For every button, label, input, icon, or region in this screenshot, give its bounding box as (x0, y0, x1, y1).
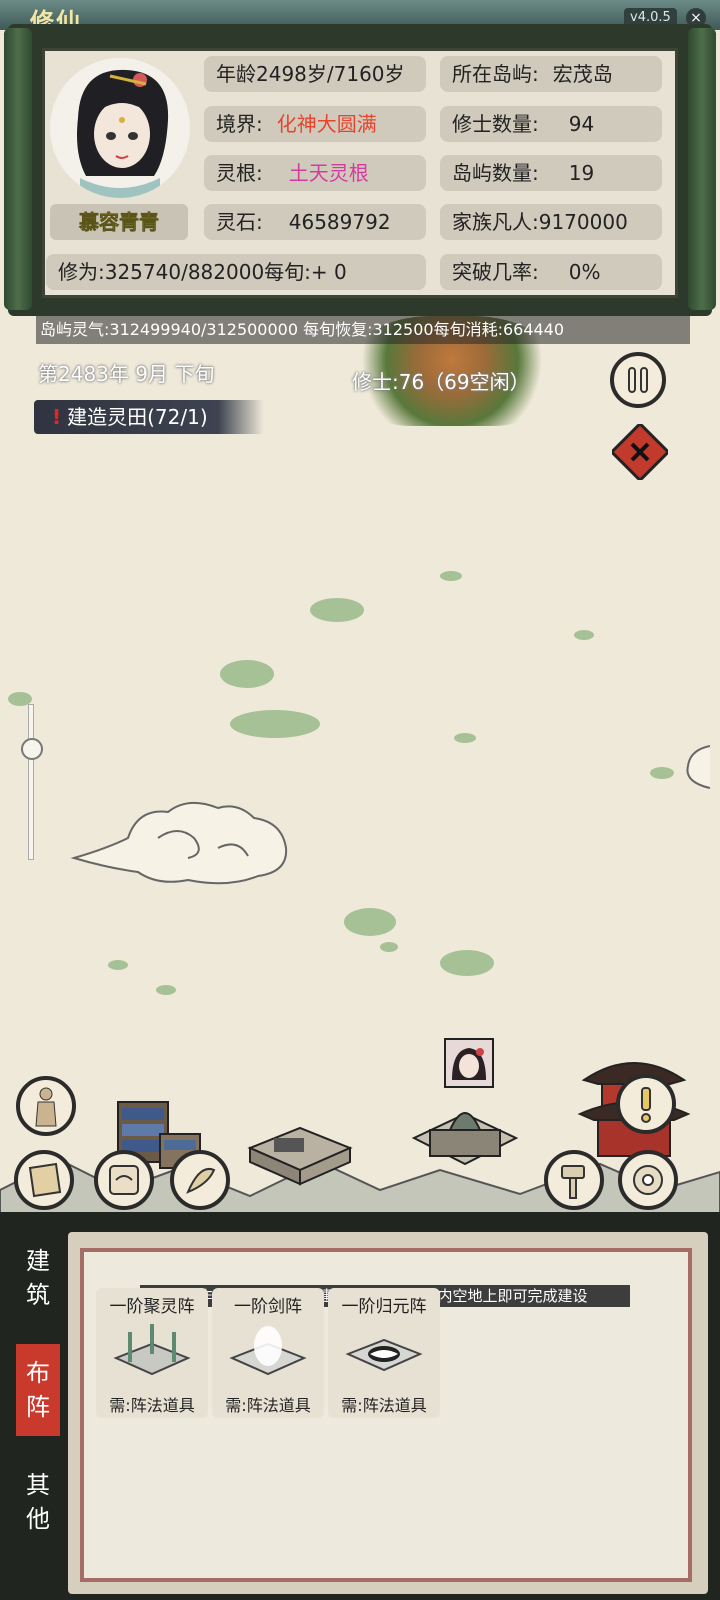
disciples-button[interactable] (16, 1076, 76, 1136)
character-name[interactable]: 慕容青青 (50, 204, 188, 240)
spirit-gathering-formation-icon (113, 1324, 191, 1376)
disciple-icon (35, 1087, 57, 1127)
cultivators-status: 修士:76（69空闲） (352, 370, 530, 394)
grass-patch (310, 598, 364, 622)
close-map-button[interactable] (609, 421, 671, 483)
sword-formation-icon (229, 1326, 307, 1376)
formation-requirement: 需:阵法道具 (225, 1396, 311, 1415)
zoom-slider-knob[interactable] (21, 738, 43, 760)
game-date: 第2483年 9月 下旬 (38, 362, 215, 386)
scroll-icon (109, 1165, 139, 1195)
formation-title: 一阶剑阵 (234, 1297, 302, 1317)
formation-requirement: 需:阵法道具 (341, 1396, 427, 1415)
character-avatar[interactable] (50, 58, 190, 198)
zoom-slider-track[interactable] (28, 704, 34, 860)
grass-patch (220, 660, 274, 688)
map-button[interactable] (14, 1150, 74, 1210)
age-field: 年龄2498岁/7160岁 (204, 56, 426, 92)
map-scroll-icon (28, 1162, 62, 1198)
settings-flower-button[interactable] (618, 1150, 678, 1210)
character-portrait-icon (50, 58, 190, 198)
disciple-avatar-icon (446, 1040, 492, 1086)
grass-patch (156, 985, 176, 995)
hammer-icon (561, 1165, 585, 1199)
scroll-roller-left (4, 28, 32, 310)
tab-formations[interactable]: 布阵 (16, 1344, 60, 1436)
island-field: 所在岛屿: 宏茂岛 (440, 56, 662, 92)
grass-patch (230, 710, 320, 738)
formation-card-return-origin[interactable]: 一阶归元阵 需:阵法道具 (328, 1288, 440, 1418)
grass-patch (650, 767, 674, 779)
flower-icon (633, 1165, 663, 1195)
grass-patch (440, 571, 462, 581)
mortals-field: 家族凡人:9170000 (440, 204, 662, 240)
tome-button[interactable] (170, 1150, 230, 1210)
formation-title: 一阶归元阵 (341, 1297, 427, 1317)
scroll-roller-right (688, 28, 716, 310)
cloud-decoration (686, 745, 710, 789)
task-alert-icon: ! (52, 405, 62, 429)
formation-card-sword[interactable]: 一阶剑阵 需:阵法道具 (212, 1288, 324, 1418)
grass-patch (440, 950, 494, 976)
alert-button[interactable] (616, 1074, 676, 1134)
disciple-marker[interactable] (444, 1038, 494, 1088)
spirit-stones-field: 灵石: 46589792 (204, 204, 426, 240)
return-origin-formation-icon (345, 1338, 423, 1372)
pagoda-hall-building[interactable] (410, 1088, 520, 1174)
close-icon (609, 421, 671, 483)
workshop-building[interactable] (244, 1118, 354, 1188)
cloud-decoration (70, 801, 288, 885)
grass-patch (108, 960, 128, 970)
task-banner[interactable]: ! 建造灵田(72/1) (34, 400, 264, 434)
grass-patch (344, 908, 396, 936)
tab-buildings[interactable]: 建筑 (16, 1232, 60, 1324)
tab-other[interactable]: 其他 (16, 1456, 60, 1548)
island-aura-bar: 岛屿灵气:312499940/312500000 每旬恢复:312500每旬消耗… (36, 316, 690, 344)
breakthrough-field: 突破几率: 0% (440, 254, 662, 290)
alert-icon (641, 1087, 651, 1123)
island-count-field: 岛屿数量: 19 (440, 155, 662, 191)
formation-title: 一阶聚灵阵 (109, 1297, 195, 1317)
pause-button[interactable] (610, 352, 666, 408)
scroll-button[interactable] (94, 1150, 154, 1210)
build-hammer-button[interactable] (544, 1150, 604, 1210)
pause-icon (628, 367, 648, 393)
formation-card-spirit-gathering[interactable]: 一阶聚灵阵 需:阵法道具 (96, 1288, 208, 1418)
cultivation-field: 修为:325740/882000每旬:+ 0 (46, 254, 426, 290)
grass-patch (574, 630, 594, 640)
grass-patch (454, 733, 476, 743)
grass-patch (380, 942, 398, 952)
tome-icon (186, 1168, 216, 1194)
realm-field: 境界: 化神大圆满 (204, 106, 426, 142)
formation-requirement: 需:阵法道具 (109, 1396, 195, 1415)
spirit-root-field: 灵根: 土天灵根 (204, 155, 426, 191)
cultivator-count-field: 修士数量: 94 (440, 106, 662, 142)
